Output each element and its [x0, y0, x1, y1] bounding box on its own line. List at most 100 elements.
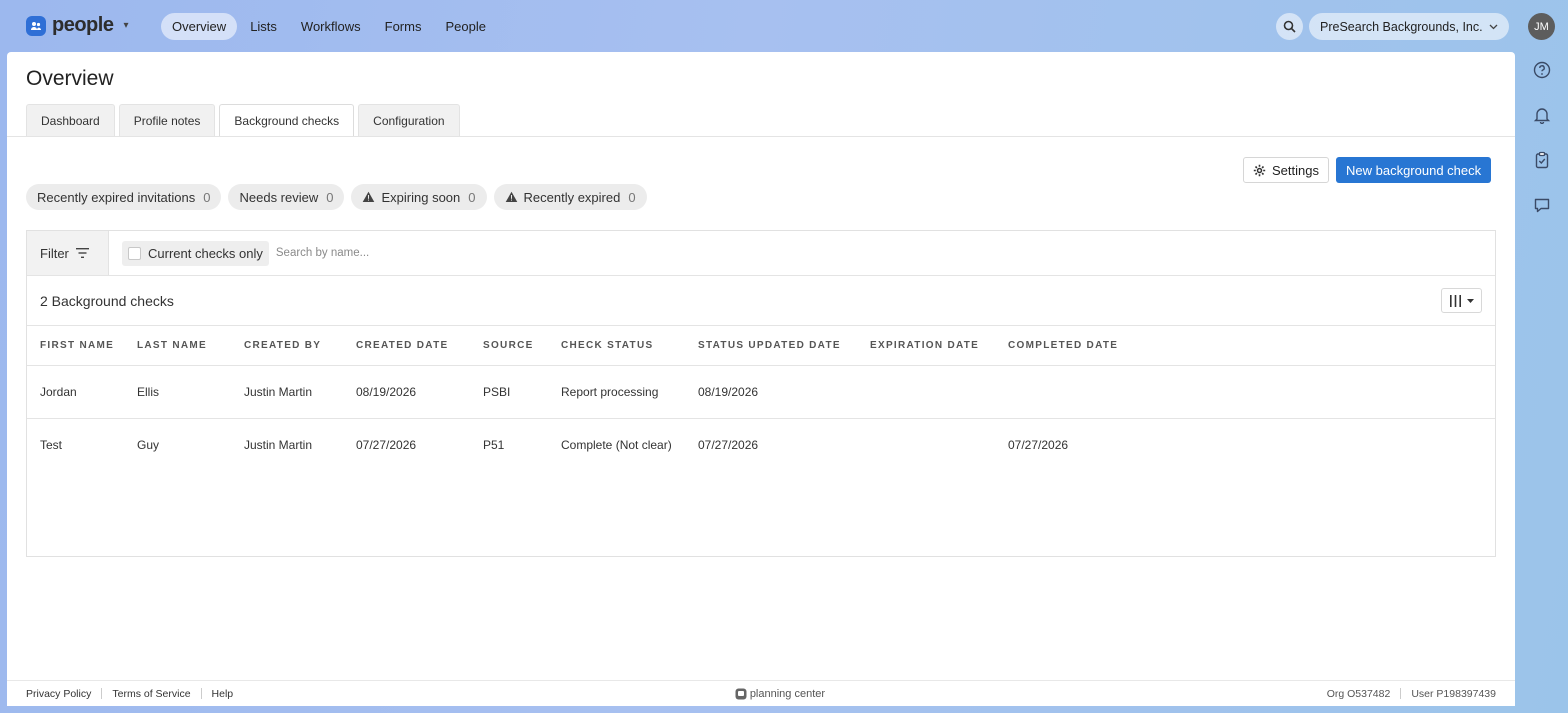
- chip-count: 0: [468, 189, 476, 205]
- chip-label: Needs review: [239, 189, 319, 205]
- column-header[interactable]: CREATED BY: [244, 326, 356, 366]
- tab-divider: [7, 136, 1515, 137]
- background-checks-table-container: Filter Current checks only 2 Background …: [26, 230, 1496, 557]
- people-logo-icon: [26, 15, 46, 36]
- expiration-date-cell: [870, 365, 1008, 419]
- nav-lists[interactable]: Lists: [239, 13, 288, 40]
- current-checks-only-toggle[interactable]: Current checks only: [122, 240, 269, 266]
- notifications-bell-icon[interactable]: [1532, 105, 1552, 125]
- chat-icon[interactable]: [1532, 195, 1552, 215]
- footer-divider: [200, 688, 202, 699]
- user-id: User P198397439: [1411, 687, 1496, 700]
- main-panel: Overview Dashboard Profile notes Backgro…: [7, 52, 1515, 706]
- footer-divider: [101, 688, 103, 699]
- new-background-check-button[interactable]: New background check: [1336, 157, 1492, 183]
- filter-button[interactable]: Filter: [27, 231, 109, 275]
- organization-select[interactable]: PreSearch Backgrounds, Inc.: [1309, 13, 1509, 40]
- column-header[interactable]: STATUS UPDATED DATE: [698, 326, 870, 366]
- nav-people[interactable]: People: [434, 13, 496, 40]
- tab-configuration[interactable]: Configuration: [358, 104, 460, 137]
- last-name-cell: Guy: [137, 437, 160, 452]
- search-icon: [1283, 20, 1296, 33]
- nav-overview[interactable]: Overview: [161, 13, 238, 40]
- page-title: Overview: [26, 67, 114, 90]
- current-checks-only-checkbox[interactable]: [128, 246, 141, 260]
- chip-count: 0: [203, 189, 211, 205]
- column-header[interactable]: CHECK STATUS: [561, 326, 698, 366]
- first-name-cell: Jordan: [27, 365, 137, 419]
- created-date-cell: 08/19/2026: [356, 365, 483, 419]
- settings-button[interactable]: Settings: [1243, 157, 1329, 183]
- global-search-button[interactable]: [1276, 13, 1303, 40]
- first-name-cell: Test: [40, 437, 63, 452]
- filter-label: Filter: [40, 245, 69, 261]
- status-updated-date-cell: 07/27/2026: [698, 437, 759, 452]
- search-by-name-input[interactable]: [275, 247, 676, 259]
- columns-icon: [1450, 294, 1461, 307]
- table-row[interactable]: Jordan Ellis Justin Martin 08/19/2026 PS…: [27, 365, 1495, 419]
- results-count: 2 Background checks: [40, 292, 174, 309]
- status-filter-chips: Recently expired invitations 0 Needs rev…: [26, 184, 647, 210]
- chip-label: Recently expired: [523, 189, 621, 205]
- nav-forms[interactable]: Forms: [374, 13, 433, 40]
- completed-date-cell: [1008, 365, 1495, 419]
- chip-needs-review[interactable]: Needs review 0: [228, 184, 345, 210]
- planning-center-logo: planning center: [735, 688, 825, 700]
- org-id: Org O537482: [1326, 687, 1391, 700]
- gear-icon: [1253, 164, 1266, 176]
- tab-dashboard[interactable]: Dashboard: [26, 104, 115, 137]
- privacy-policy-link[interactable]: Privacy Policy: [26, 688, 91, 700]
- clipboard-check-icon[interactable]: [1532, 150, 1552, 170]
- table-header-row: FIRST NAME LAST NAME CREATED BY CREATED …: [27, 326, 1495, 366]
- nav-workflows[interactable]: Workflows: [290, 13, 372, 40]
- column-header[interactable]: CREATED DATE: [356, 326, 483, 366]
- chip-recently-expired-invitations[interactable]: Recently expired invitations 0: [26, 184, 222, 210]
- app-name: people: [52, 14, 114, 36]
- status-updated-date-cell: 08/19/2026: [698, 365, 870, 419]
- background-checks-table: FIRST NAME LAST NAME CREATED BY CREATED …: [27, 326, 1495, 471]
- expiration-date-cell: [870, 418, 1008, 471]
- chip-count: 0: [628, 189, 636, 205]
- footer: Privacy Policy Terms of Service Help pla…: [7, 680, 1515, 706]
- chip-recently-expired[interactable]: Recently expired 0: [493, 184, 647, 210]
- column-header[interactable]: LAST NAME: [137, 326, 244, 366]
- column-picker-button[interactable]: [1441, 288, 1482, 313]
- avatar[interactable]: JM: [1528, 13, 1555, 40]
- column-header[interactable]: SOURCE: [483, 326, 561, 366]
- footer-divider: [1400, 688, 1402, 699]
- main-nav: Overview Lists Workflows Forms People: [161, 13, 497, 40]
- check-status-cell: Complete (Not clear): [561, 437, 672, 452]
- chip-label: Recently expired invitations: [37, 189, 196, 205]
- settings-label: Settings: [1272, 162, 1319, 178]
- footer-ids: Org O537482 User P198397439: [1327, 688, 1496, 700]
- check-status-cell: Report processing: [561, 365, 698, 419]
- help-link[interactable]: Help: [212, 688, 234, 700]
- current-checks-only-label: Current checks only: [148, 245, 263, 261]
- column-header[interactable]: FIRST NAME: [27, 326, 137, 366]
- app-switcher[interactable]: people ▾: [26, 14, 128, 37]
- chip-expiring-soon[interactable]: Expiring soon 0: [351, 184, 487, 210]
- warning-icon: [505, 191, 517, 202]
- chevron-down-icon: [1489, 24, 1498, 29]
- tab-profile-notes[interactable]: Profile notes: [118, 104, 216, 137]
- chip-label: Expiring soon: [381, 189, 461, 205]
- warning-icon: [363, 191, 375, 202]
- right-rail: [1526, 60, 1558, 215]
- terms-of-service-link[interactable]: Terms of Service: [112, 688, 190, 700]
- completed-date-cell: 07/27/2026: [1008, 437, 1069, 452]
- chip-count: 0: [326, 189, 334, 205]
- column-header[interactable]: COMPLETED DATE: [1008, 326, 1495, 366]
- chevron-down-icon: ▾: [123, 20, 129, 31]
- created-by-cell: Justin Martin: [244, 365, 356, 419]
- last-name-cell: Ellis: [137, 365, 244, 419]
- source-cell: P51: [483, 437, 505, 452]
- organization-name: PreSearch Backgrounds, Inc.: [1320, 19, 1483, 34]
- tab-background-checks[interactable]: Background checks: [219, 104, 355, 137]
- footer-links: Privacy Policy Terms of Service Help: [26, 688, 233, 700]
- filter-bar: Filter Current checks only: [27, 231, 1495, 276]
- planning-center-logo-icon: [735, 688, 747, 699]
- column-header[interactable]: EXPIRATION DATE: [870, 326, 1008, 366]
- help-icon[interactable]: [1532, 60, 1552, 80]
- filter-lines-icon: [75, 248, 89, 258]
- table-row[interactable]: Test Guy Justin Martin 07/27/2026 P51 Co…: [27, 418, 1495, 471]
